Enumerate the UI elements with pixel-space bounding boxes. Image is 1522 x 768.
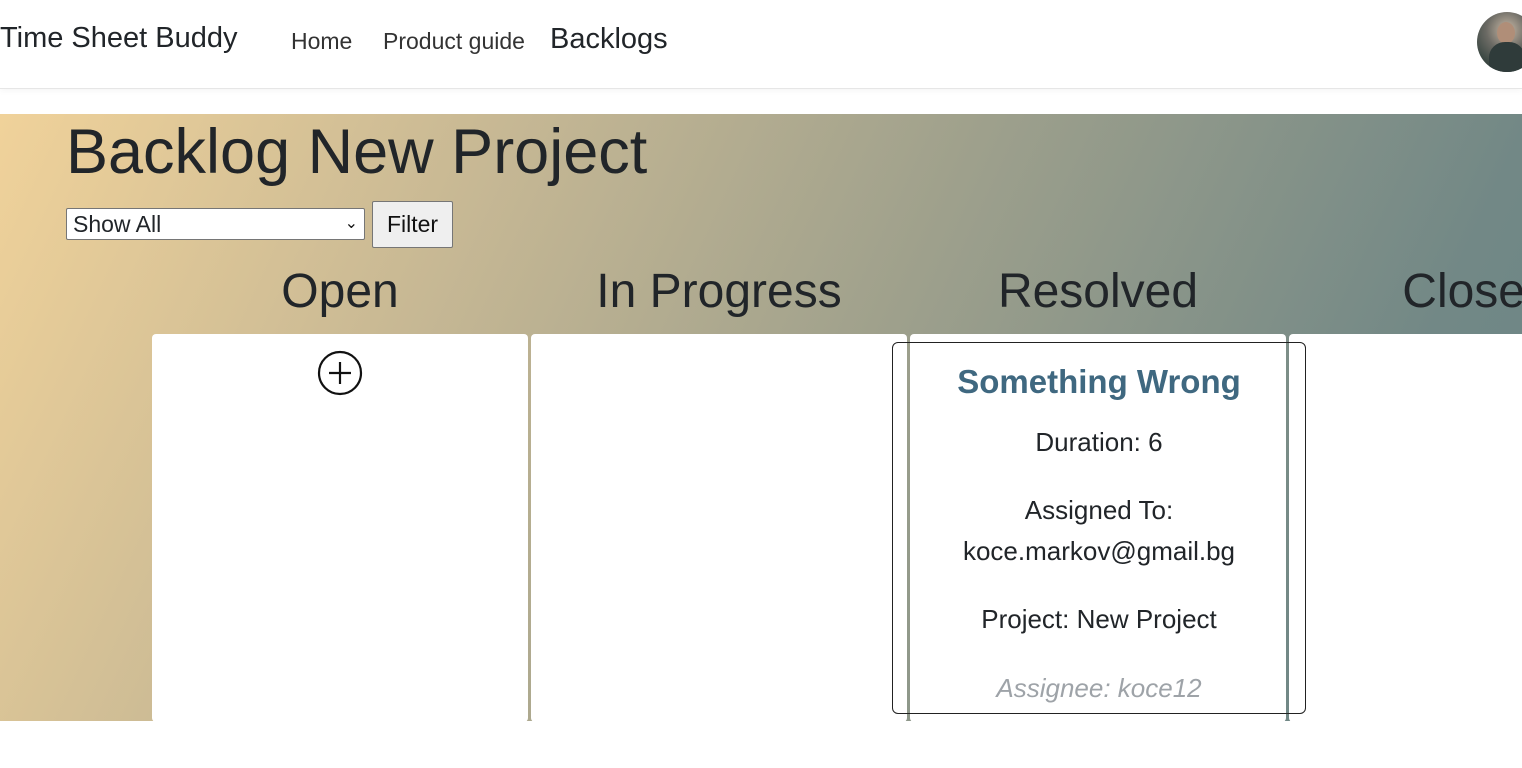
nav-link-product-guide[interactable]: Product guide (383, 28, 525, 55)
task-card-duration: Duration: 6 (1035, 427, 1163, 457)
task-card-assigned-label: Assigned To: (1024, 495, 1174, 525)
filter-button[interactable]: Filter (372, 201, 453, 248)
status-filter-select[interactable]: Show All ⌄ (66, 208, 365, 240)
task-card[interactable]: Something Wrong Duration: 6 Assigned To:… (892, 342, 1306, 714)
top-navbar: Time Sheet Buddy Home Product guide Back… (0, 0, 1522, 89)
column-closed[interactable] (1289, 334, 1522, 721)
nav-link-backlogs[interactable]: Backlogs (550, 23, 668, 56)
status-filter-selected: Show All (73, 211, 162, 237)
column-header-in-progress: In Progress (596, 265, 842, 318)
backlog-board: Backlog New Project Show All ⌄ Filter Op… (0, 114, 1522, 721)
task-card-project: Project: New Project (981, 604, 1217, 634)
column-header-open: Open (281, 265, 399, 318)
user-avatar-icon[interactable] (1477, 12, 1522, 72)
column-in-progress[interactable] (531, 334, 907, 721)
nav-link-home[interactable]: Home (291, 28, 352, 55)
task-card-title[interactable]: Something Wrong (893, 363, 1305, 401)
brand-link[interactable]: Time Sheet Buddy (0, 22, 238, 55)
chevron-down-icon: ⌄ (344, 215, 358, 232)
column-header-resolved: Resolved (997, 265, 1199, 318)
task-card-assigned-email: koce.markov@gmail.bg (962, 536, 1236, 566)
page-title: Backlog New Project (66, 117, 648, 187)
task-card-assignee: Assignee: koce12 (996, 673, 1202, 703)
plus-circle-icon[interactable] (317, 350, 363, 396)
column-open[interactable] (152, 334, 528, 721)
column-header-closed: Closed (1402, 265, 1522, 318)
